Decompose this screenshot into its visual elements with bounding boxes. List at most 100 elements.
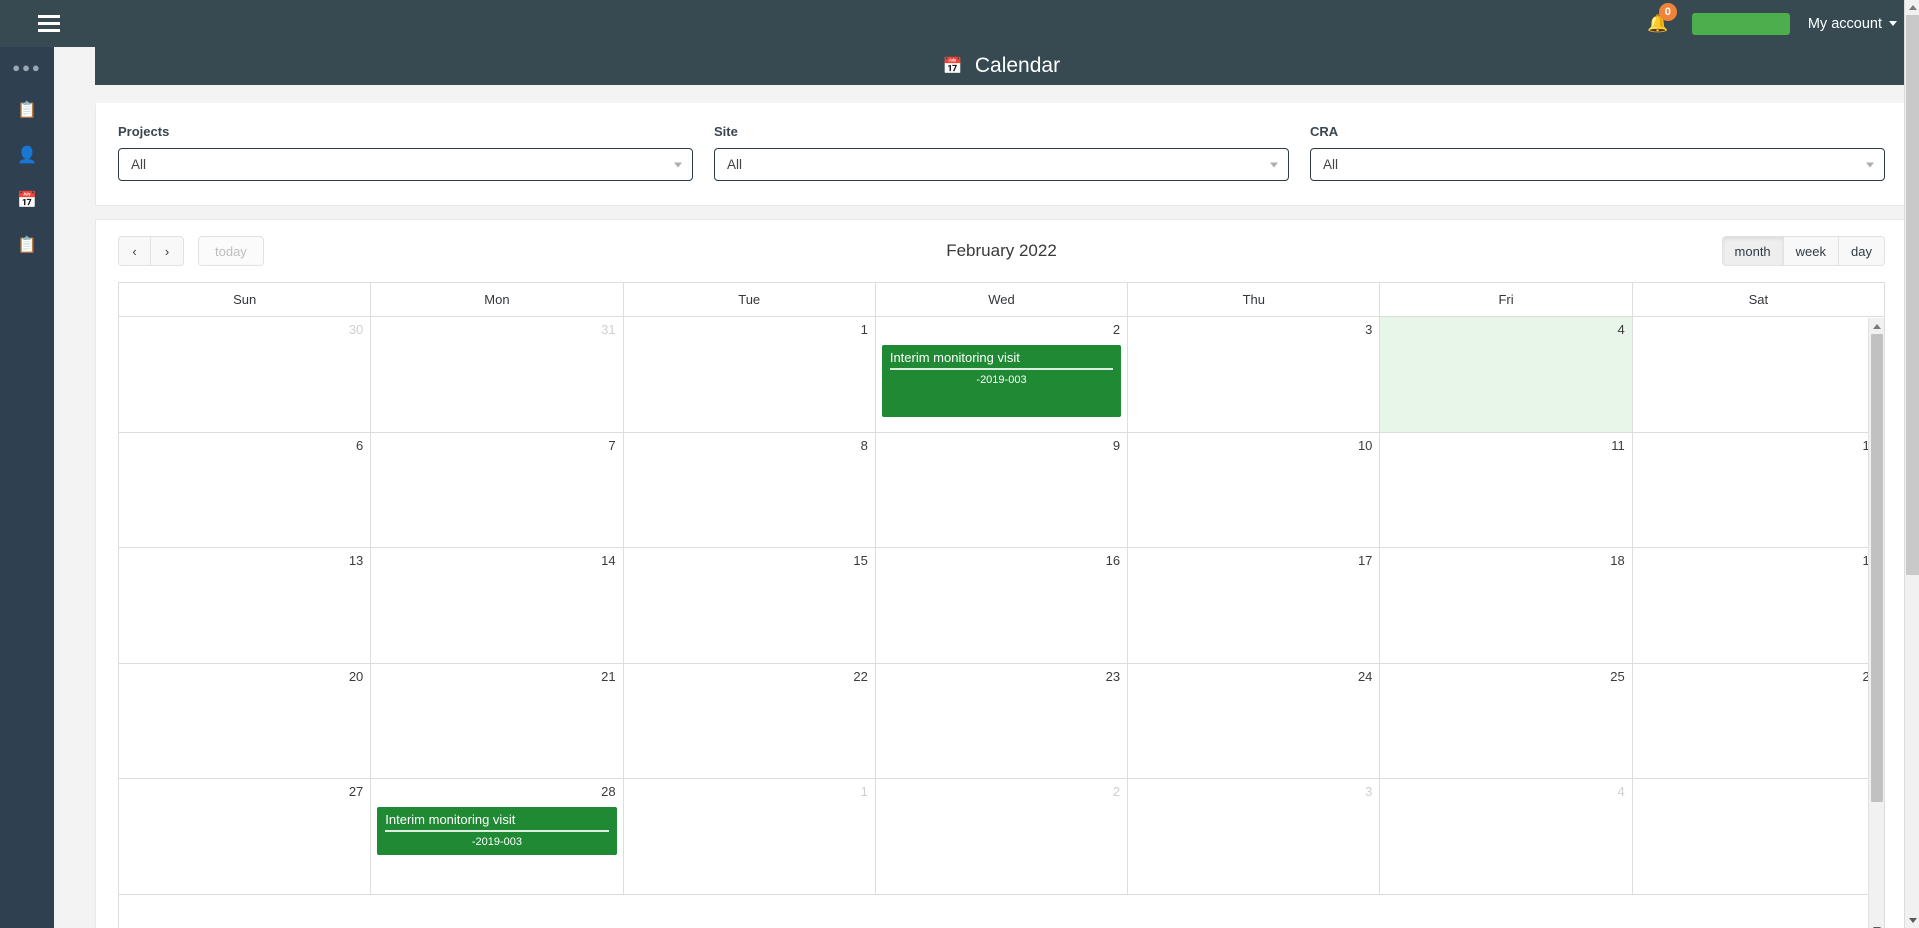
day-cell[interactable]: 21 xyxy=(371,663,624,778)
hamburger-menu-icon[interactable] xyxy=(22,0,76,47)
day-cell[interactable]: 12 xyxy=(1633,433,1884,548)
day-cell[interactable]: 28 Interim monitoring visit -2019-003 xyxy=(371,779,624,894)
top-navbar: 🔔 0 My account xyxy=(0,0,1919,47)
site-filter-value: All xyxy=(727,157,743,172)
day-number: 5 xyxy=(1640,322,1877,337)
sidebar-item-more[interactable]: ●●● xyxy=(0,47,54,87)
page-scrollbar[interactable] xyxy=(1904,0,1919,928)
scroll-down-arrow-icon[interactable] xyxy=(1869,921,1884,928)
sidebar-item-calendar[interactable]: 📅 xyxy=(0,177,54,222)
day-number: 25 xyxy=(1610,668,1625,684)
cra-filter-value: All xyxy=(1323,157,1339,172)
day-cell[interactable]: 26 xyxy=(1633,664,1884,779)
day-cell[interactable]: 25 xyxy=(1380,663,1633,778)
day-cell[interactable]: 27 xyxy=(119,779,372,894)
prev-month-button[interactable]: ‹ xyxy=(118,236,151,266)
view-week-button[interactable]: week xyxy=(1783,236,1840,266)
day-cell[interactable]: 3 xyxy=(1128,317,1381,432)
day-number: 26 xyxy=(1640,669,1877,684)
day-cell[interactable]: 7 xyxy=(371,432,624,547)
user-icon: 👤 xyxy=(17,146,37,164)
day-cell[interactable]: 15 xyxy=(624,548,876,663)
calendar-grid: Sun Mon Tue Wed Thu Fri Sat 30 31 1 2 In… xyxy=(118,282,1885,928)
cra-filter-select[interactable]: All xyxy=(1310,148,1885,181)
day-cell[interactable]: 5 xyxy=(1633,317,1884,432)
day-cell[interactable]: 18 xyxy=(1380,548,1633,663)
day-cell[interactable]: 3 xyxy=(1128,779,1381,894)
day-cell[interactable]: 10 xyxy=(1128,432,1381,547)
day-number: 18 xyxy=(1610,553,1625,568)
dow-tue: Tue xyxy=(624,283,876,316)
day-cell[interactable]: 2 Interim monitoring visit -2019-003 xyxy=(876,317,1129,432)
clipboard-icon: 📋 xyxy=(17,101,37,119)
calendar-week-row: 6 7 8 9 10 11 12 xyxy=(119,432,1884,548)
page-header: 📅 Calendar xyxy=(95,47,1908,85)
view-day-button[interactable]: day xyxy=(1839,236,1885,266)
day-number: 16 xyxy=(1105,553,1121,568)
calendar-scrollbar[interactable] xyxy=(1868,318,1884,928)
calendar-icon: 📅 xyxy=(942,58,963,75)
day-number: 13 xyxy=(348,553,364,568)
dow-sat: Sat xyxy=(1748,292,1769,307)
day-cell[interactable]: 14 xyxy=(371,548,624,663)
day-cell[interactable]: 2 xyxy=(876,779,1129,894)
today-button[interactable]: today xyxy=(198,236,264,266)
day-cell[interactable]: 6 xyxy=(119,432,372,547)
dow-fri: Fri xyxy=(1380,283,1633,316)
calendar-view-switcher: month week day xyxy=(1721,236,1885,266)
day-number: 2 xyxy=(1112,784,1121,799)
day-cell[interactable]: 9 xyxy=(876,432,1129,547)
projects-filter-select[interactable]: All xyxy=(118,148,693,181)
day-number: 24 xyxy=(1357,668,1373,684)
day-number: 17 xyxy=(1357,553,1373,568)
sidebar-item-users[interactable]: 👤 xyxy=(0,132,54,177)
primary-action-button[interactable] xyxy=(1691,12,1790,35)
calendar-event[interactable]: Interim monitoring visit -2019-003 xyxy=(377,807,617,855)
page-scroll-up-arrow-icon[interactable] xyxy=(1905,0,1919,15)
view-month-button[interactable]: month xyxy=(1721,236,1784,266)
day-number: 14 xyxy=(601,553,616,568)
day-number: 30 xyxy=(348,322,364,337)
day-number: 23 xyxy=(1105,668,1121,684)
next-month-button[interactable]: › xyxy=(151,236,184,266)
day-cell[interactable]: 1 xyxy=(624,317,876,432)
page-scroll-down-arrow-icon[interactable] xyxy=(1905,913,1919,928)
calendar-event[interactable]: Interim monitoring visit -2019-003 xyxy=(881,345,1122,417)
day-cell[interactable]: 11 xyxy=(1380,432,1633,547)
day-cell[interactable]: 20 xyxy=(119,663,372,778)
day-number: 7 xyxy=(608,437,616,453)
day-cell[interactable]: 17 xyxy=(1128,548,1381,663)
sidebar-item-projects[interactable]: 📋 xyxy=(0,87,54,132)
day-cell[interactable]: 1 xyxy=(624,779,876,894)
scroll-up-arrow-icon[interactable] xyxy=(1869,318,1884,334)
calendar-event-divider xyxy=(385,830,609,832)
day-cell[interactable]: 5 xyxy=(1633,779,1884,894)
my-account-menu[interactable]: My account xyxy=(1808,16,1897,32)
main-content: 📅 Calendar Projects All Site All CRA All xyxy=(54,47,1919,928)
day-cell[interactable]: 22 xyxy=(624,663,876,778)
sidebar-item-reports[interactable]: 📋 xyxy=(0,222,54,267)
site-filter-label: Site xyxy=(714,124,738,139)
day-cell[interactable]: 23 xyxy=(876,663,1129,778)
day-cell[interactable]: 31 xyxy=(371,317,624,432)
day-cell[interactable]: 24 xyxy=(1128,663,1381,778)
day-cell-today[interactable]: 4 xyxy=(1380,317,1633,432)
cra-filter-label: CRA xyxy=(1310,124,1339,139)
day-cell[interactable]: 19 xyxy=(1633,548,1884,663)
dow-thu: Thu xyxy=(1128,283,1381,316)
page-scrollbar-thumb[interactable] xyxy=(1906,15,1919,575)
day-number: 1 xyxy=(860,784,868,799)
notifications-button[interactable]: 🔔 0 xyxy=(1636,0,1680,47)
day-number: 31 xyxy=(601,322,616,337)
day-cell[interactable]: 16 xyxy=(876,548,1129,663)
notification-count-badge: 0 xyxy=(1658,3,1677,21)
day-cell[interactable]: 13 xyxy=(119,548,372,663)
site-filter-select[interactable]: All xyxy=(714,148,1289,181)
day-cell[interactable]: 4 xyxy=(1380,779,1633,894)
day-cell[interactable]: 8 xyxy=(624,432,876,547)
day-number: 5 xyxy=(1640,784,1877,799)
scrollbar-thumb[interactable] xyxy=(1871,334,1883,802)
day-cell[interactable]: 30 xyxy=(119,317,372,432)
hamburger-bar xyxy=(38,29,60,32)
dow-wed: Wed xyxy=(876,283,1129,316)
